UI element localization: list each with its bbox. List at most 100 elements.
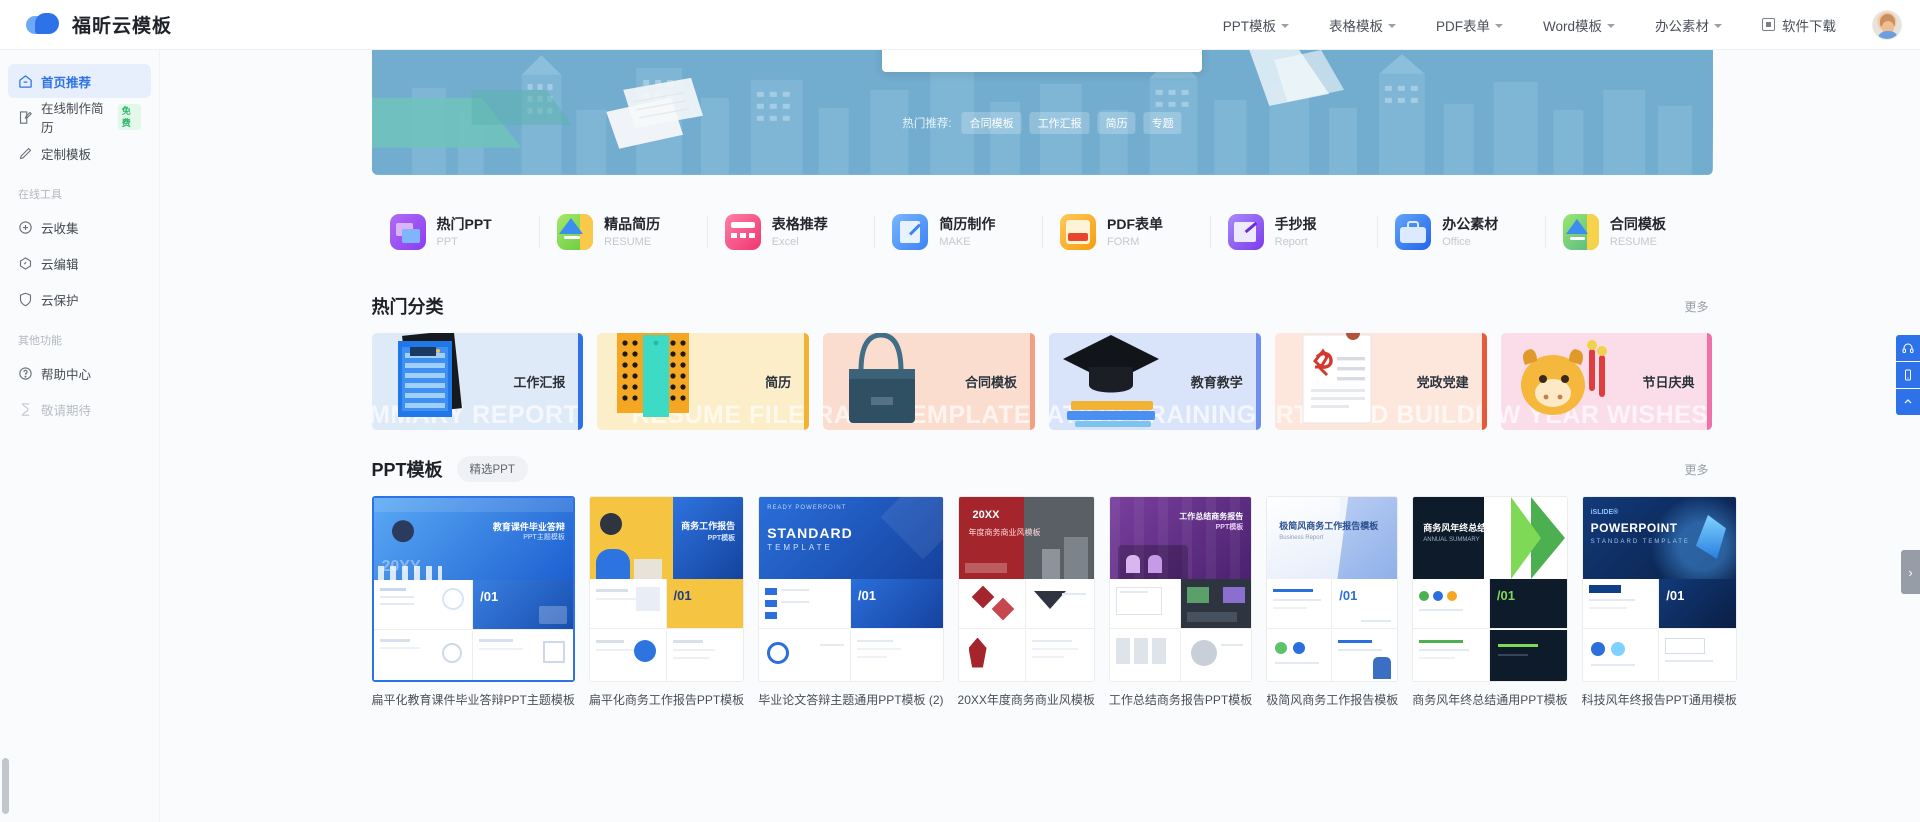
shortcut-sub: RESUME xyxy=(1609,235,1657,248)
sidebar-item-label: 定制模板 xyxy=(41,147,92,162)
pdf-icon xyxy=(1060,214,1096,250)
sidebar-item-label: 云收集 xyxy=(41,221,79,236)
category-card-work-report[interactable]: SUMMARY REPORT xyxy=(371,333,584,430)
template-card-4[interactable]: 工作总结商务报告 PPT模板 工作总结商务报告PPT模板 xyxy=(1108,496,1253,708)
category-card-party[interactable]: PARTY AND BUILDI xyxy=(1274,333,1487,430)
headset-icon[interactable] xyxy=(1896,335,1920,361)
category-card-resume[interactable]: RESUME FILE 简历 xyxy=(597,333,810,430)
nav-label: 办公素材 xyxy=(1655,18,1709,34)
shortcut-title: 表格推荐 xyxy=(771,215,828,232)
template-card-6[interactable]: 商务风年终总结 ANNUAL SUMMARY /01 商务风年终总结通用PPT模… xyxy=(1412,496,1568,708)
nav-item-pdf[interactable]: PDF表单 xyxy=(1416,0,1523,50)
sidebar-item-cloud-edit[interactable]: 云编辑 xyxy=(8,246,151,280)
template-thumbnail: 商务风年终总结 ANNUAL SUMMARY /01 xyxy=(1412,496,1568,682)
template-name: 工作总结商务报告PPT模板 xyxy=(1108,693,1253,707)
shortcut-title: PDF表单 xyxy=(1107,215,1163,232)
shortcut-table-recommend[interactable]: 表格推荐 Excel xyxy=(706,208,875,256)
contract-icon xyxy=(1562,214,1599,250)
mobile-icon[interactable] xyxy=(1896,362,1920,388)
nav-label: 表格模板 xyxy=(1328,18,1383,34)
template-card-2[interactable]: READY POWERPOINT STANDARD TEMPLATE /01 毕… xyxy=(758,496,944,708)
sidebar-item-coming-soon: 敬请期待 xyxy=(8,392,151,426)
help-circle-icon xyxy=(19,366,32,380)
template-name: 20XX年度商务商业风模板 xyxy=(957,693,1095,707)
edit-doc-icon xyxy=(19,110,32,124)
sidebar-item-label: 云保护 xyxy=(41,293,79,308)
template-card-0[interactable]: 教育课件毕业答辩 PPT主题模板 20YY xyxy=(371,496,575,708)
left-scrollbar-thumb[interactable] xyxy=(2,758,9,814)
category-accent-bar xyxy=(1029,333,1035,430)
template-card-3[interactable]: 20XX 年度商务商业风模板 20XX年度商务商业风模板 xyxy=(957,496,1095,708)
category-accent-bar xyxy=(1707,333,1713,430)
shortcut-handwritten-report[interactable]: 手抄报 Report xyxy=(1209,208,1378,256)
sidebar-item-home[interactable]: 首页推荐 xyxy=(8,64,151,98)
nav-item-office[interactable]: 办公素材 xyxy=(1635,0,1742,50)
user-avatar[interactable] xyxy=(1872,9,1902,40)
nav-label: 软件下载 xyxy=(1782,18,1836,34)
back-to-top-icon[interactable] xyxy=(1896,389,1920,415)
office-icon xyxy=(1395,214,1432,250)
brand-name: 福昕云模板 xyxy=(72,16,173,37)
ppt-filter-chip[interactable]: 精选PPT xyxy=(456,456,528,482)
template-thumbnail: iSLIDE® POWERPOINT STANDARD TEMPLATE /01 xyxy=(1581,496,1737,682)
category-card-festival[interactable]: NEW YEAR WISHES xyxy=(1500,333,1713,430)
top-bar: 福昕云模板 PPT模板 表格模板 PDF表单 Word模板 办公素材 软件下载 xyxy=(0,0,1920,50)
category-name: 合同模板 xyxy=(964,375,1017,390)
template-name: 扁平化商务工作报告PPT模板 xyxy=(588,693,745,707)
hot-tag-topic[interactable]: 专题 xyxy=(1143,112,1182,134)
sidebar-item-label: 敬请期待 xyxy=(41,403,92,418)
graduation-cap-art xyxy=(1062,335,1159,427)
ppt-icon xyxy=(389,214,426,250)
category-card-contract[interactable]: CONTRACT TEMPLATE 合同模板 xyxy=(823,333,1035,430)
shortcut-hot-ppt[interactable]: 热门PPT PPT xyxy=(372,208,540,256)
shortcut-pdf-form[interactable]: PDF表单 FORM xyxy=(1042,208,1210,256)
category-name: 党政党建 xyxy=(1416,375,1469,390)
ppt-more-link[interactable]: 更多 xyxy=(1684,461,1712,478)
shortcut-sub: Excel xyxy=(771,235,799,248)
chevron-down-icon xyxy=(1714,23,1722,28)
shortcut-office-material[interactable]: 办公素材 Office xyxy=(1377,208,1545,256)
chevron-down-icon xyxy=(1607,23,1615,28)
hot-tag-contract[interactable]: 合同模板 xyxy=(961,112,1022,134)
report-stack-art xyxy=(397,333,462,417)
sidebar-item-label: 在线制作简历 xyxy=(41,102,104,135)
nav-item-download[interactable]: 软件下载 xyxy=(1742,0,1856,50)
search-box[interactable] xyxy=(882,50,1202,72)
hot-tag-resume[interactable]: 简历 xyxy=(1097,112,1136,134)
cloud-edit-icon xyxy=(19,256,32,270)
brand[interactable]: 福昕云模板 xyxy=(0,11,330,38)
hourglass-icon xyxy=(21,402,30,416)
resume-icon xyxy=(557,214,594,250)
pencil-icon xyxy=(19,147,32,159)
shortcut-contract-template[interactable]: 合同模板 RESUME xyxy=(1544,208,1713,256)
template-name: 毕业论文答辩主题通用PPT模板 (2) xyxy=(758,693,944,707)
sidebar-item-cloud-collect[interactable]: 云收集 xyxy=(8,210,151,244)
content-scroll[interactable]: 热门推荐: 合同模板 工作汇报 简历 专题 热门PPT PPT 精品简历 RES… xyxy=(160,50,1920,822)
sidebar-item-help-center[interactable]: 帮助中心 xyxy=(8,356,151,390)
page-title-hot-categories: 热门分类 xyxy=(371,297,444,317)
excel-icon xyxy=(724,214,761,250)
content-inner: 热门推荐: 合同模板 工作汇报 简历 专题 热门PPT PPT 精品简历 RES… xyxy=(368,50,1737,736)
shortcut-resume-make[interactable]: 简历制作 MAKE xyxy=(874,208,1042,256)
template-card-1[interactable]: 商务工作报告 PPT模板 /01 扁平化商务工作报告PPT模板 xyxy=(588,496,745,708)
shortcut-premium-resume[interactable]: 精品简历 RESUME xyxy=(539,208,707,256)
sidebar-item-cloud-protect[interactable]: 云保护 xyxy=(8,282,151,316)
nav-label: Word模板 xyxy=(1542,18,1602,34)
nav-item-table[interactable]: 表格模板 xyxy=(1309,0,1416,50)
hot-categories-more-link[interactable]: 更多 xyxy=(1684,298,1712,315)
nav-item-ppt[interactable]: PPT模板 xyxy=(1203,0,1309,50)
category-name: 教育教学 xyxy=(1190,375,1243,390)
sidebar-item-custom-template[interactable]: 定制模板 xyxy=(8,136,151,170)
nav-item-word[interactable]: Word模板 xyxy=(1523,0,1635,50)
hot-tag-work-report[interactable]: 工作汇报 xyxy=(1029,112,1090,134)
chevron-down-icon xyxy=(1280,23,1289,28)
shortcut-sub: RESUME xyxy=(604,235,652,248)
category-card-education[interactable]: EDUCATION TRAINING 教育教学 xyxy=(1048,333,1261,430)
template-card-7[interactable]: iSLIDE® POWERPOINT STANDARD TEMPLATE /01… xyxy=(1581,496,1737,708)
shield-icon xyxy=(19,292,32,306)
sidebar-item-label: 首页推荐 xyxy=(41,75,92,90)
app-root: 福昕云模板 PPT模板 表格模板 PDF表单 Word模板 办公素材 软件下载 … xyxy=(0,0,1920,822)
carousel-next-button[interactable]: › xyxy=(1901,550,1920,594)
template-card-5[interactable]: 极简风商务工作报告模板 Business Report /01 极简风商务工作报… xyxy=(1266,496,1399,708)
sidebar-item-online-resume[interactable]: 在线制作简历 免费 xyxy=(8,100,151,135)
